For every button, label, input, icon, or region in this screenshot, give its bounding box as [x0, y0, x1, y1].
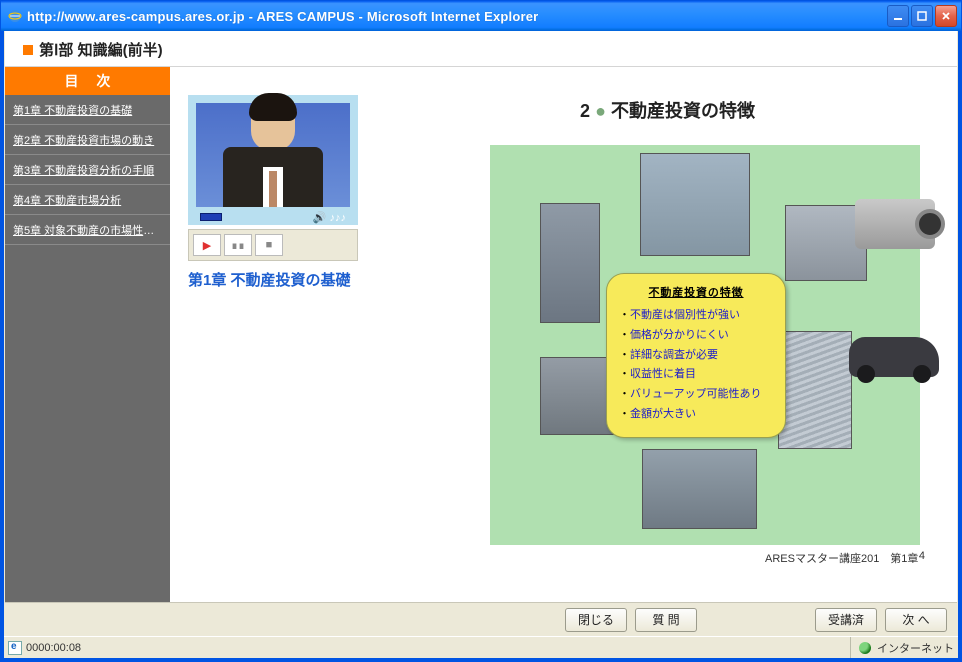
sidebar: 目 次 第1章 不動産投資の基礎 第2章 不動産投資市場の動き 第3章 不動産投…	[5, 67, 170, 602]
slide-footer: ARESマスター講座201 第1章 4	[765, 550, 925, 566]
sidebar-item-ch3[interactable]: 第3章 不動産投資分析の手順	[5, 155, 170, 185]
status-right: インターネット	[850, 637, 954, 658]
feature-item: 価格が分かりにくい	[619, 326, 773, 346]
play-button[interactable]: ▶	[193, 234, 221, 256]
video-frame[interactable]: 🔊 ♪♪♪	[188, 95, 358, 225]
status-bar: 0000:00:08 インターネット	[4, 636, 958, 658]
video-panel: 🔊 ♪♪♪ ▶ ∎∎ ■ 第1章 不動産投資の基礎	[188, 95, 378, 291]
question-button[interactable]: 質 問	[635, 608, 697, 632]
camera-icon	[855, 199, 935, 249]
stop-button[interactable]: ■	[255, 234, 283, 256]
header-bullet-icon	[23, 45, 33, 55]
pause-button[interactable]: ∎∎	[224, 234, 252, 256]
building-image	[778, 331, 852, 449]
browser-window: http://www.ares-campus.ares.or.jp - ARES…	[0, 0, 962, 662]
video-controls: ▶ ∎∎ ■	[188, 229, 358, 261]
internet-zone-icon	[859, 642, 871, 654]
building-image	[642, 449, 757, 529]
page-icon	[8, 641, 22, 655]
sidebar-item-ch5[interactable]: 第5章 対象不動産の市場性分析	[5, 215, 170, 245]
presenter-image	[223, 97, 323, 207]
feature-item: バリューアップ可能性あり	[619, 385, 773, 405]
close-content-button[interactable]: 閉じる	[565, 608, 627, 632]
page-title: 第Ⅰ部 知識編(前半)	[39, 39, 163, 60]
window-titlebar: http://www.ares-campus.ares.or.jp - ARES…	[1, 1, 961, 31]
bottom-left-group: 閉じる 質 問	[565, 608, 697, 632]
feature-box-title: 不動産投資の特徴	[619, 284, 773, 300]
sound-icon[interactable]: 🔊 ♪♪♪	[313, 211, 346, 224]
slide-heading-text: 不動産投資の特徴	[611, 101, 755, 121]
page-content: 第Ⅰ部 知識編(前半) 目 次 第1章 不動産投資の基礎 第2章 不動産投資市場…	[5, 31, 957, 636]
building-image	[540, 203, 600, 323]
bottom-bar: 閉じる 質 問 受講済 次 へ	[5, 602, 957, 636]
stage: 🔊 ♪♪♪ ▶ ∎∎ ■ 第1章 不動産投資の基礎 2	[170, 67, 957, 602]
feature-box: 不動産投資の特徴 不動産は個別性が強い 価格が分かりにくい 詳細な調査が必要 収…	[606, 273, 786, 438]
page-header: 第Ⅰ部 知識編(前半)	[5, 31, 957, 67]
client-area: 第Ⅰ部 知識編(前半) 目 次 第1章 不動産投資の基礎 第2章 不動産投資市場…	[1, 31, 961, 661]
maximize-button[interactable]	[911, 5, 933, 27]
window-title: http://www.ares-campus.ares.or.jp - ARES…	[27, 9, 887, 24]
minimize-button[interactable]	[887, 5, 909, 27]
progress-indicator	[200, 213, 222, 221]
sidebar-item-ch2[interactable]: 第2章 不動産投資市場の動き	[5, 125, 170, 155]
feature-item: 詳細な調査が必要	[619, 346, 773, 366]
completed-button[interactable]: 受講済	[815, 608, 877, 632]
main-area: 目 次 第1章 不動産投資の基礎 第2章 不動産投資市場の動き 第3章 不動産投…	[5, 67, 957, 602]
slide-heading: 2 ● 不動産投資の特徴	[390, 97, 945, 123]
chapter-title: 第1章 不動産投資の基礎	[188, 271, 378, 291]
building-image	[640, 153, 750, 256]
ie-icon	[7, 8, 23, 24]
video-progress-bar[interactable]: 🔊 ♪♪♪	[200, 211, 346, 223]
slide: 2 ● 不動産投資の特徴 不動産投資の特徴	[390, 87, 945, 572]
sidebar-heading: 目 次	[5, 67, 170, 95]
status-zone: インターネット	[877, 640, 954, 656]
bullet-icon: ●	[595, 101, 606, 121]
sidebar-item-ch1[interactable]: 第1章 不動産投資の基礎	[5, 95, 170, 125]
status-left: 0000:00:08	[8, 641, 81, 655]
feature-item: 収益性に着目	[619, 365, 773, 385]
feature-item: 金額が大きい	[619, 405, 773, 425]
slide-footer-course: ARESマスター講座201 第1章	[765, 550, 918, 566]
sidebar-item-ch4[interactable]: 第4章 不動産市場分析	[5, 185, 170, 215]
close-window-button[interactable]	[935, 5, 957, 27]
window-controls	[887, 5, 957, 27]
slide-footer-page: 4	[919, 550, 925, 566]
slide-heading-num: 2	[580, 101, 590, 121]
car-icon	[849, 337, 939, 377]
next-button[interactable]: 次 へ	[885, 608, 947, 632]
feature-list: 不動産は個別性が強い 価格が分かりにくい 詳細な調査が必要 収益性に着目 バリュ…	[619, 306, 773, 425]
status-time: 0000:00:08	[26, 642, 81, 654]
feature-item: 不動産は個別性が強い	[619, 306, 773, 326]
